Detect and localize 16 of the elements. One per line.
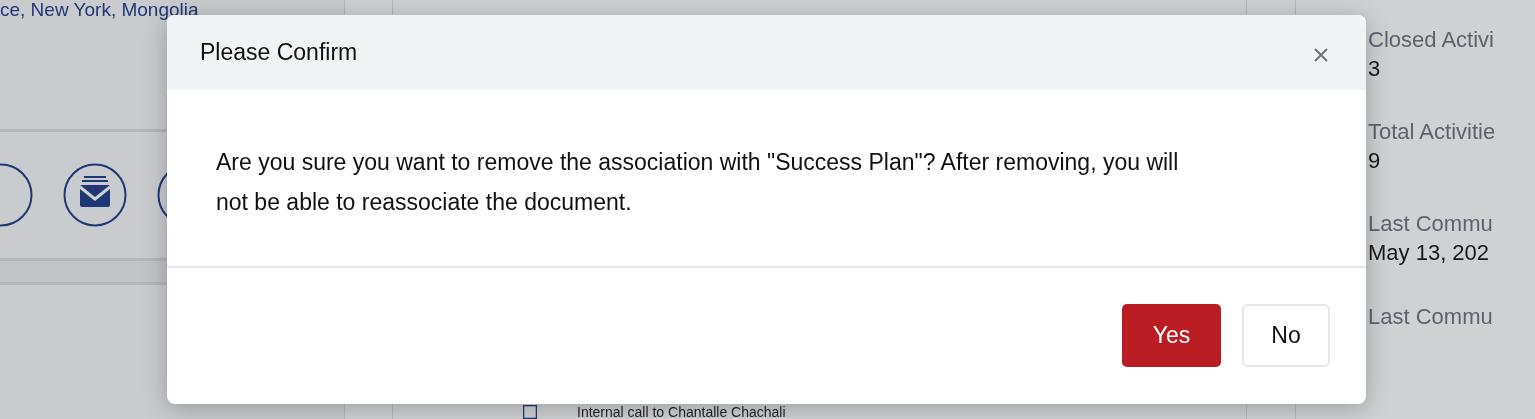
- stat-value: May 13, 202: [1368, 238, 1491, 267]
- stat-value: 3: [1368, 54, 1382, 83]
- stat-label: Last Commu: [1368, 210, 1494, 239]
- stat-label: Last Commu: [1368, 302, 1494, 331]
- stat-label: Closed Activi: [1368, 26, 1495, 54]
- stat-label: Total Activitie: [1368, 118, 1497, 147]
- close-icon[interactable]: [1313, 46, 1329, 63]
- checkbox-icon[interactable]: [523, 405, 537, 419]
- yes-button[interactable]: Yes: [1122, 304, 1221, 367]
- dialog-title: Please Confirm: [200, 38, 358, 67]
- no-button[interactable]: No: [1242, 304, 1330, 367]
- mail-icon[interactable]: [63, 163, 127, 227]
- activity-title: Internal call to Chantalle Chachali: [577, 405, 786, 419]
- dialog-message: Are you sure you want to remove the association with "Success Plan"? After removing, you will not be able to reassociate the document.: [216, 148, 1180, 218]
- location-text: ce, New York, Mongolia: [0, 0, 200, 19]
- stat-value: 9: [1368, 146, 1382, 175]
